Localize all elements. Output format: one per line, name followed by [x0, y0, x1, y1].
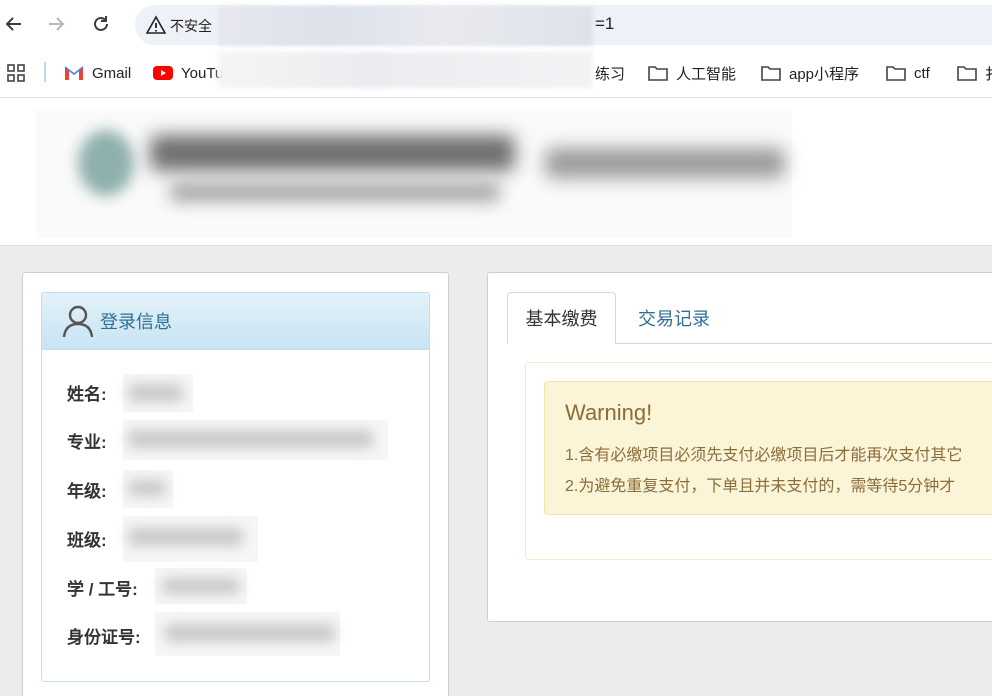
student-id-label: 学 / 工号:: [67, 580, 138, 599]
bookmark-folder-ctf[interactable]: ctf: [886, 62, 930, 84]
grade-value-ink: [128, 480, 166, 496]
apps-grid-icon: [7, 64, 25, 82]
warning-line-1: 1.含有必缴项目必须先支付必缴项目后才能再次支付其它: [565, 447, 963, 464]
bookmark-practice[interactable]: 练习: [595, 62, 625, 84]
youtube-icon: [153, 66, 173, 80]
id-card-value-ink: [165, 624, 335, 642]
id-card-label: 身份证号:: [67, 628, 141, 647]
name-label: 姓名:: [67, 385, 107, 404]
bookmark-folder-app[interactable]: app小程序: [761, 62, 859, 84]
warning-line-2: 2.为避免重复支付，下单且并未支付的，需等待5分钟才: [565, 478, 956, 495]
bookmark-youtube[interactable]: YouTu: [153, 62, 223, 84]
tab-transaction-records[interactable]: 交易记录: [638, 305, 710, 331]
user-icon: [62, 305, 94, 338]
logo-title-redacted: [150, 135, 515, 171]
back-arrow-icon: [5, 17, 21, 31]
logo-secondary-redacted: [545, 148, 785, 178]
folder-icon: [648, 65, 668, 81]
bookmark-label: YouTu: [181, 64, 224, 82]
warning-title: Warning!: [565, 400, 653, 425]
major-value-ink: [128, 430, 373, 448]
tab-basic-payment[interactable]: 基本缴费: [507, 292, 616, 344]
back-button[interactable]: [0, 10, 28, 38]
folder-icon: [886, 65, 906, 81]
logo-emblem-redacted: [78, 130, 134, 196]
bookmark-folder-more[interactable]: 扌: [957, 62, 992, 84]
forward-arrow-icon: [49, 17, 65, 31]
reload-icon: [94, 16, 108, 31]
apps-button[interactable]: [6, 62, 26, 84]
warning-triangle-icon[interactable]: [146, 15, 166, 35]
login-info-title: 登录信息: [100, 312, 172, 332]
url-redacted: [218, 6, 593, 46]
student-id-value-ink: [162, 578, 240, 594]
bookmark-label: ctf: [914, 64, 930, 82]
security-status-label[interactable]: 不安全: [170, 16, 212, 36]
class-value-ink: [128, 528, 243, 546]
name-value-ink: [128, 384, 183, 402]
gmail-icon: [64, 65, 84, 81]
bookmark-label: Gmail: [92, 64, 132, 82]
grade-label: 年级:: [67, 482, 107, 501]
class-label: 班级:: [67, 531, 107, 550]
folder-icon: [957, 65, 977, 81]
bookmark-gmail[interactable]: Gmail: [64, 62, 131, 84]
bookmark-folder-ai[interactable]: 人工智能: [648, 62, 736, 84]
reload-button[interactable]: [87, 10, 115, 38]
logo-subtitle-redacted: [170, 182, 500, 202]
bookmarks-divider: [44, 62, 46, 82]
bookmarks-redacted: [218, 52, 593, 88]
url-text[interactable]: =1: [595, 14, 614, 34]
bookmark-label: 扌: [985, 63, 992, 84]
forward-button[interactable]: [42, 10, 70, 38]
folder-icon: [761, 65, 781, 81]
major-label: 专业:: [67, 433, 107, 452]
bookmark-label: 人工智能: [676, 65, 737, 83]
bookmark-label: app小程序: [789, 65, 860, 83]
bookmark-label: 练习: [595, 65, 626, 83]
